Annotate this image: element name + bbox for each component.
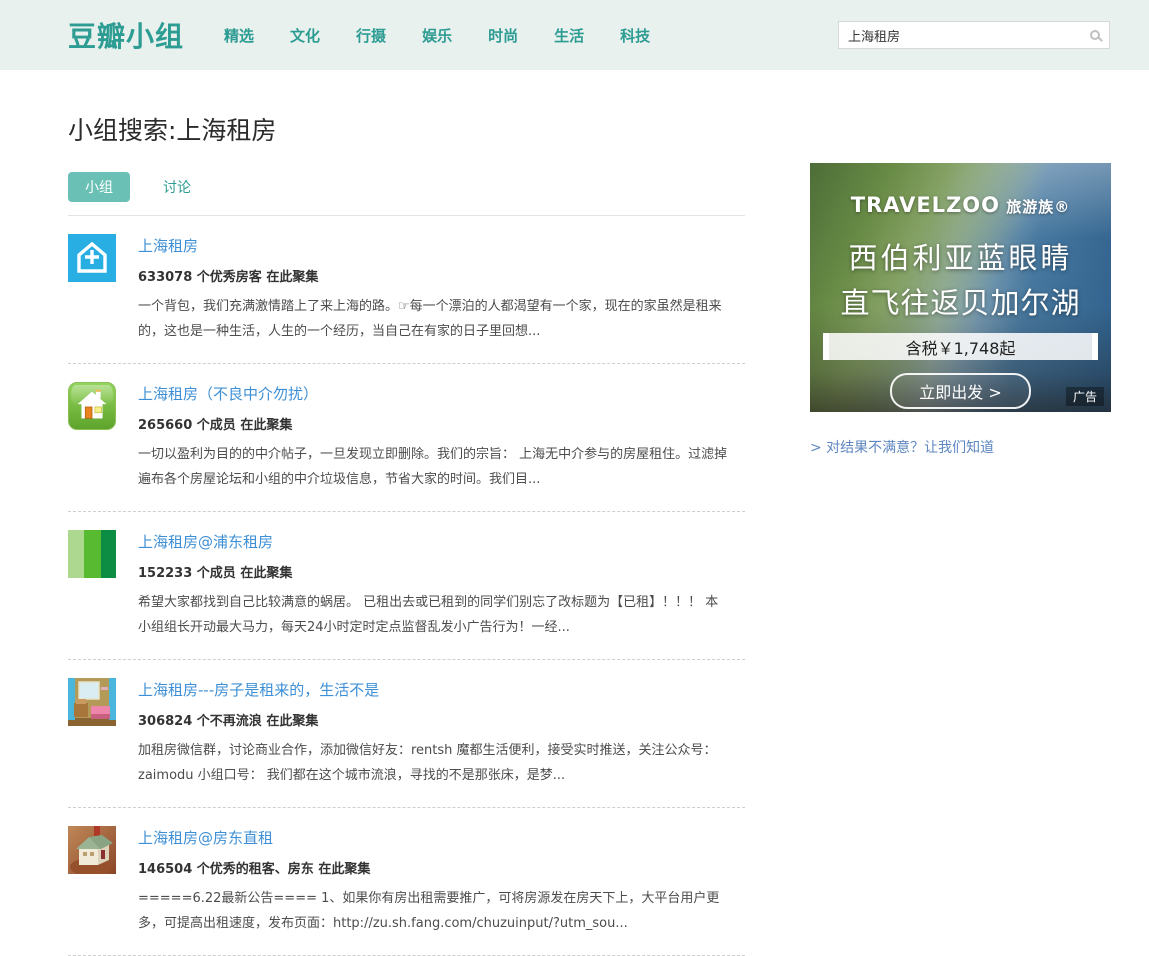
search-box	[838, 21, 1110, 49]
group-title-link[interactable]: 上海租房@房东直租	[138, 827, 273, 848]
nav-item-fashion[interactable]: 时尚	[488, 25, 518, 46]
page-title: 小组搜索:上海租房	[68, 116, 277, 145]
search-input[interactable]	[848, 27, 1090, 43]
nav-item-culture[interactable]: 文化	[290, 25, 320, 46]
ad-headline-line2: 直飞往返贝加尔湖	[840, 286, 1081, 320]
group-result-row: 上海租房 633078 个优秀房客 在此聚集 一个背包，我们充满激情踏上了来上海…	[68, 216, 745, 364]
group-title-link[interactable]: 上海租房	[138, 235, 198, 256]
group-result-row: 上海租房@房东直租 146504 个优秀的租客、房东 在此聚集 =====6.2…	[68, 808, 745, 956]
nav-item-entertainment[interactable]: 娱乐	[422, 25, 452, 46]
sidebar: TRAVELZOO 旅游族® 西伯利亚蓝眼睛 直飞往返贝加尔湖 含税￥1,748…	[810, 163, 1111, 457]
group-title-link[interactable]: 上海租房---房子是租来的，生活不是	[138, 679, 379, 700]
search-results-column: 小组搜索:上海租房 小组 讨论 上海租房 633078 个优秀房客 在此聚集 一…	[68, 111, 745, 956]
search-icon[interactable]	[1090, 30, 1100, 40]
group-description: 一个背包，我们充满激情踏上了来上海的路。☞每一个漂泊的人都渴望有一个家，现在的家…	[138, 299, 722, 339]
group-title-link[interactable]: 上海租房@浦东租房	[138, 531, 273, 552]
hand-house-photo-icon[interactable]	[68, 826, 116, 874]
room-photo-icon[interactable]	[68, 678, 116, 726]
blue-house-plus-icon[interactable]	[68, 234, 116, 282]
group-member-count: 146504 个优秀的租客、房东 在此聚集	[138, 862, 371, 877]
ad-cta-button[interactable]: 立即出发 >	[890, 373, 1031, 409]
site-header: 豆瓣小组 精选 文化 行摄 娱乐 时尚 生活 科技	[0, 0, 1149, 70]
group-member-count: 152233 个成员 在此聚集	[138, 566, 293, 581]
nav-item-tech[interactable]: 科技	[620, 25, 650, 46]
tab-groups[interactable]: 小组	[68, 172, 130, 202]
group-title-link[interactable]: 上海租房（不良中介勿扰）	[138, 383, 318, 404]
green-stripes-icon[interactable]	[68, 530, 116, 578]
nav-item-life[interactable]: 生活	[554, 25, 584, 46]
group-description: 一切以盈利为目的的中介帖子，一旦发现立即删除。我们的宗旨： 上海无中介参与的房屋…	[138, 447, 728, 487]
main-nav: 精选 文化 行摄 娱乐 时尚 生活 科技	[224, 25, 650, 46]
group-result-row: 上海租房---房子是租来的，生活不是 306824 个不再流浪 在此聚集 加租房…	[68, 660, 745, 808]
group-member-count: 265660 个成员 在此聚集	[138, 418, 293, 433]
ad-price-bar: 含税￥1,748起	[823, 333, 1098, 360]
travelzoo-ad-banner[interactable]: TRAVELZOO 旅游族® 西伯利亚蓝眼睛 直飞往返贝加尔湖 含税￥1,748…	[810, 163, 1111, 412]
group-description: 加租房微信群，讨论商业合作，添加微信好友：rentsh 魔都生活便利，接受实时推…	[138, 743, 717, 783]
ad-label-badge: 广告	[1065, 387, 1104, 406]
green-glossy-house-icon[interactable]	[68, 382, 116, 430]
group-result-row: 上海租房（不良中介勿扰） 265660 个成员 在此聚集 一切以盈利为目的的中介…	[68, 364, 745, 512]
travelzoo-logo: TRAVELZOO 旅游族®	[850, 193, 1071, 217]
group-result-row: 上海租房@浦东租房 152233 个成员 在此聚集 希望大家都找到自己比较满意的…	[68, 512, 745, 660]
group-description: =====6.22最新公告==== 1、如果你有房出租需要推广，可将房源发在房天…	[138, 891, 720, 931]
ad-headline-line1: 西伯利亚蓝眼睛	[848, 241, 1073, 275]
tab-discussions[interactable]: 讨论	[163, 177, 191, 197]
nav-item-photography[interactable]: 行摄	[356, 25, 386, 46]
result-type-tabs: 小组 讨论	[68, 172, 745, 216]
site-logo[interactable]: 豆瓣小组	[68, 15, 184, 55]
group-description: 希望大家都找到自己比较满意的蜗居。 已租出去或已租到的同学们别忘了改标题为【已租…	[138, 595, 719, 635]
group-member-count: 306824 个不再流浪 在此聚集	[138, 714, 319, 729]
nav-item-featured[interactable]: 精选	[224, 25, 254, 46]
group-member-count: 633078 个优秀房客 在此聚集	[138, 270, 319, 285]
feedback-link[interactable]: > 对结果不满意？让我们知道	[810, 437, 1111, 457]
